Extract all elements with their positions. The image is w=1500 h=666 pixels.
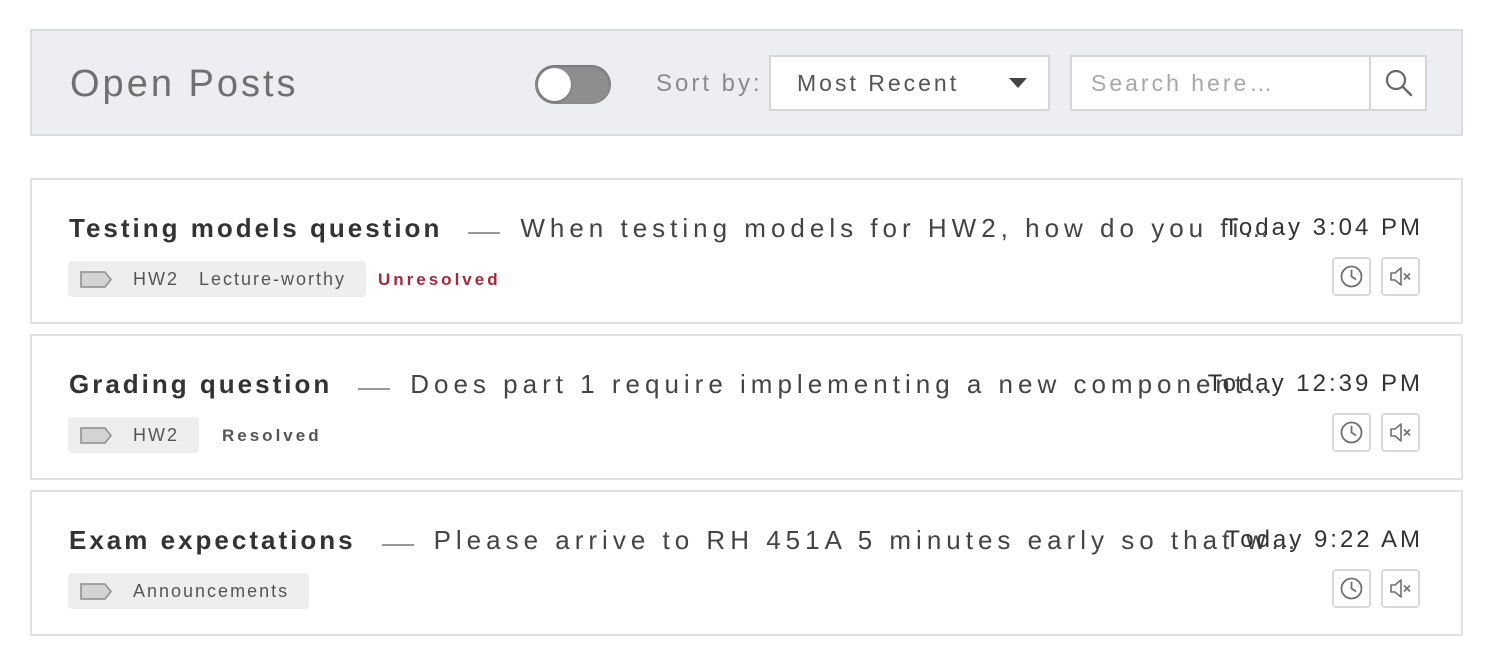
mute-icon[interactable] bbox=[1389, 265, 1412, 288]
post-headline[interactable]: Testing models question When testing mode… bbox=[69, 212, 1274, 249]
search-box bbox=[1070, 55, 1427, 111]
posts-header: Open Posts Sort by: Most Recent bbox=[30, 29, 1463, 136]
snooze-button[interactable] bbox=[1332, 257, 1371, 296]
separator-dash bbox=[358, 387, 391, 390]
tag-icon bbox=[80, 426, 112, 444]
tag-icon bbox=[80, 270, 112, 288]
snooze-button[interactable] bbox=[1332, 569, 1371, 608]
post-snippet[interactable]: Does part 1 require implementing a new c… bbox=[410, 369, 1278, 399]
mute-icon[interactable] bbox=[1389, 577, 1412, 600]
tag-label[interactable]: HW2 bbox=[133, 425, 179, 446]
snooze-button[interactable] bbox=[1332, 413, 1371, 452]
tag-label[interactable]: Lecture-worthy bbox=[199, 269, 346, 290]
sort-label: Sort by: bbox=[656, 70, 763, 97]
clock-icon[interactable] bbox=[1340, 577, 1363, 600]
sort-dropdown[interactable]: Most Recent bbox=[769, 55, 1050, 111]
post-row[interactable]: Exam expectations Please arrive to RH 451… bbox=[30, 490, 1463, 636]
post-snippet[interactable]: When testing models for HW2, how do you … bbox=[520, 213, 1274, 243]
filter-toggle[interactable] bbox=[535, 65, 611, 104]
mute-icon[interactable] bbox=[1389, 421, 1412, 444]
separator-dash bbox=[468, 231, 501, 234]
sort-selected-value[interactable]: Most Recent bbox=[797, 69, 959, 97]
post-title[interactable]: Testing models question bbox=[69, 213, 442, 243]
tag-icon bbox=[80, 582, 112, 600]
tag-chip: Announcements bbox=[68, 573, 310, 609]
search-button[interactable] bbox=[1369, 57, 1425, 109]
mute-button[interactable] bbox=[1381, 569, 1420, 608]
clock-icon[interactable] bbox=[1340, 265, 1363, 288]
status-badge: Resolved bbox=[222, 426, 322, 445]
search-input[interactable] bbox=[1072, 57, 1370, 109]
caret-down-icon[interactable] bbox=[1009, 78, 1027, 88]
page-title: Open Posts bbox=[70, 63, 299, 105]
tag-chip: HW2 Lecture-worthy bbox=[68, 261, 367, 297]
post-row[interactable]: Testing models question When testing mode… bbox=[30, 178, 1463, 324]
toggle-knob[interactable] bbox=[538, 68, 571, 101]
post-title[interactable]: Grading question bbox=[69, 369, 332, 399]
post-headline[interactable]: Grading question Does part 1 require impl… bbox=[69, 368, 1278, 405]
status-badge: Unresolved bbox=[378, 270, 501, 289]
post-timestamp: Today 12:39 PM bbox=[1207, 370, 1423, 397]
post-row[interactable]: Grading question Does part 1 require impl… bbox=[30, 334, 1463, 480]
mute-button[interactable] bbox=[1381, 257, 1420, 296]
mute-button[interactable] bbox=[1381, 413, 1420, 452]
post-timestamp: Today 3:04 PM bbox=[1223, 214, 1423, 241]
clock-icon[interactable] bbox=[1340, 421, 1363, 444]
tag-chip: HW2 bbox=[68, 417, 199, 453]
post-snippet[interactable]: Please arrive to RH 451A 5 minutes early… bbox=[434, 525, 1302, 555]
post-headline[interactable]: Exam expectations Please arrive to RH 451… bbox=[69, 524, 1301, 561]
tag-label[interactable]: HW2 bbox=[133, 269, 179, 290]
post-title[interactable]: Exam expectations bbox=[69, 525, 356, 555]
tag-label[interactable]: Announcements bbox=[133, 581, 289, 602]
search-icon[interactable] bbox=[1384, 68, 1414, 98]
separator-dash bbox=[381, 543, 414, 546]
post-timestamp: Today 9:22 AM bbox=[1225, 526, 1423, 553]
